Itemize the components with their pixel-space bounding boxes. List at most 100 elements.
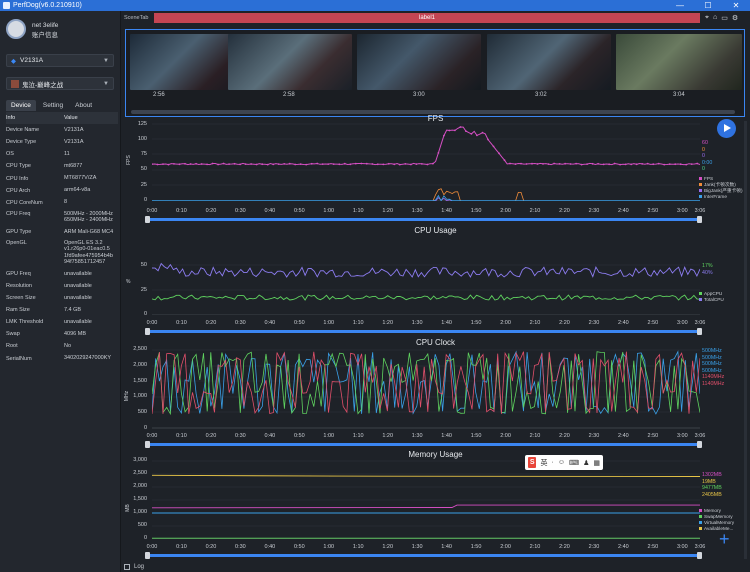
close-button[interactable]: ✕: [722, 0, 750, 11]
fps-point: [525, 163, 528, 165]
fps-section: FPS 125 100 75 50 25 0 FPS 60 0 0 0:00 0…: [121, 113, 750, 225]
fps-point: [310, 162, 313, 165]
tab-device[interactable]: Device: [6, 100, 36, 111]
table-row: Ram Size 7.4 GB: [6, 304, 118, 316]
x-tick: 1:40: [441, 544, 452, 550]
row-key: Resolution: [6, 282, 32, 289]
x-tick: 2:20: [559, 320, 570, 326]
sogou-icon[interactable]: S: [528, 457, 537, 468]
row-key: Device Name: [6, 127, 40, 134]
folder-icon[interactable]: ▭: [721, 14, 728, 22]
row-value: 7.4 GB: [63, 306, 82, 313]
screenshot-thumbnail[interactable]: [357, 34, 481, 90]
screenshot-thumbnail[interactable]: [487, 34, 611, 90]
x-tick: 1:00: [323, 320, 335, 326]
x-tick: 1:00: [323, 433, 335, 439]
user-icon[interactable]: ♟: [583, 459, 589, 467]
device-select[interactable]: ◆ V2131A ▼: [6, 54, 114, 67]
log-checkbox[interactable]: [124, 563, 130, 570]
emoji-icon[interactable]: ☺: [558, 459, 565, 466]
slider-handle-left[interactable]: [145, 328, 150, 335]
avatar[interactable]: [6, 19, 26, 39]
legend-item[interactable]: InterFrame: [699, 194, 743, 200]
row-key: CPU CoreNum: [6, 199, 43, 206]
punctuation-icon[interactable]: ·: [551, 459, 553, 466]
row-key: LMK Threshold: [6, 319, 44, 326]
slider-handle-right[interactable]: [697, 552, 702, 559]
x-tick: 2:50: [647, 320, 659, 326]
x-tick: 2:10: [529, 544, 541, 550]
fps-point: [152, 163, 153, 165]
time-range-slider[interactable]: [145, 441, 702, 448]
legend-item[interactable]: TotalCPU: [699, 297, 724, 303]
screenshot-strip[interactable]: 2:56 2:58 3:00 3:02 3:04: [125, 29, 745, 117]
app-select[interactable]: 鬼泣-巅峰之战 ▼: [6, 77, 114, 90]
row-value: MT6877V/ZA: [63, 175, 97, 182]
gear-icon[interactable]: ⚙: [732, 14, 738, 22]
x-tick: 0:50: [293, 544, 305, 550]
y-tick: 0: [143, 425, 147, 431]
slider-handle-left[interactable]: [145, 216, 150, 223]
time-range-slider[interactable]: [145, 552, 702, 559]
minimize-button[interactable]: —: [666, 0, 694, 11]
slider-handle-right[interactable]: [697, 441, 702, 448]
location-icon[interactable]: ⌖: [705, 14, 709, 22]
x-tick: 0:40: [264, 544, 276, 550]
scene-label[interactable]: label1: [154, 13, 700, 23]
home-icon[interactable]: ⌂: [713, 14, 717, 22]
fps-point: [382, 163, 385, 166]
table-row: Device Name V2131A: [6, 124, 118, 136]
ime-language-toggle[interactable]: 英: [540, 458, 547, 468]
scene-tab-label[interactable]: SceneTab: [121, 15, 154, 21]
fps-point: [586, 163, 588, 165]
x-tick: 2:20: [559, 433, 570, 439]
table-row: Device Type V2131A: [6, 136, 118, 148]
tab-setting[interactable]: Setting: [38, 100, 68, 111]
fps-point: [343, 162, 346, 165]
fps-point: [437, 152, 440, 154]
x-tick: 0:20: [205, 544, 217, 550]
fps-point: [476, 134, 478, 137]
slider-handle-left[interactable]: [145, 441, 150, 448]
account-info-link[interactable]: 账户信息: [32, 31, 58, 41]
memory-plot[interactable]: [152, 460, 700, 539]
legend-label: VirtualMemory: [704, 520, 735, 525]
fps-point: [189, 163, 192, 165]
fps-point: [415, 163, 418, 165]
fps-point: [195, 162, 197, 165]
x-tick: 1:30: [411, 320, 423, 326]
time-range-slider[interactable]: [145, 328, 702, 335]
fps-point: [448, 129, 451, 132]
row-value: 3402029247000KY: [63, 355, 112, 362]
fps-plot[interactable]: [152, 121, 700, 201]
cpu-clock-plot[interactable]: [152, 348, 700, 429]
x-tick: 1:20: [382, 208, 394, 214]
table-row: OpenGL OpenGL ES 3.2 v1.r26p0-01eac0.5 1f…: [6, 238, 118, 268]
slider-handle-right[interactable]: [697, 216, 702, 223]
cpu-usage-plot[interactable]: [152, 235, 700, 315]
tab-about[interactable]: About: [70, 100, 97, 111]
keyboard-icon[interactable]: ⌨: [569, 459, 579, 467]
app-icon-thumb: [11, 79, 19, 88]
x-tick: 2:50: [647, 208, 659, 214]
time-range-slider[interactable]: [145, 216, 702, 223]
x-tick: 1:40: [441, 320, 452, 326]
screenshot-thumbnail[interactable]: [616, 34, 742, 90]
fps-point: [492, 145, 495, 148]
fps-point: [641, 163, 644, 165]
screenshot-thumbnail[interactable]: [228, 34, 352, 90]
y-tick: 25: [140, 182, 147, 188]
ime-toolbar[interactable]: S 英 · ☺ ⌨ ♟ ▦: [525, 455, 603, 470]
x-tick: 1:20: [382, 544, 394, 550]
add-icon[interactable]: +: [719, 530, 730, 548]
x-axis-ticks: 0:00 0:10 0:20 0:30 0:40 0:50 1:00 1:10 1:20 1:30…: [147, 544, 706, 551]
row-value: 8: [63, 199, 68, 206]
grid-icon[interactable]: ▦: [593, 459, 600, 467]
series-line-available: [152, 474, 700, 477]
memory-current-values: 1302MB 19MB 9477MB 2405MB: [702, 472, 722, 498]
fps-point: [327, 163, 330, 165]
slider-handle-right[interactable]: [697, 328, 702, 335]
slider-handle-left[interactable]: [145, 552, 150, 559]
maximize-button[interactable]: ☐: [694, 0, 722, 11]
y-tick: 125: [137, 121, 147, 127]
